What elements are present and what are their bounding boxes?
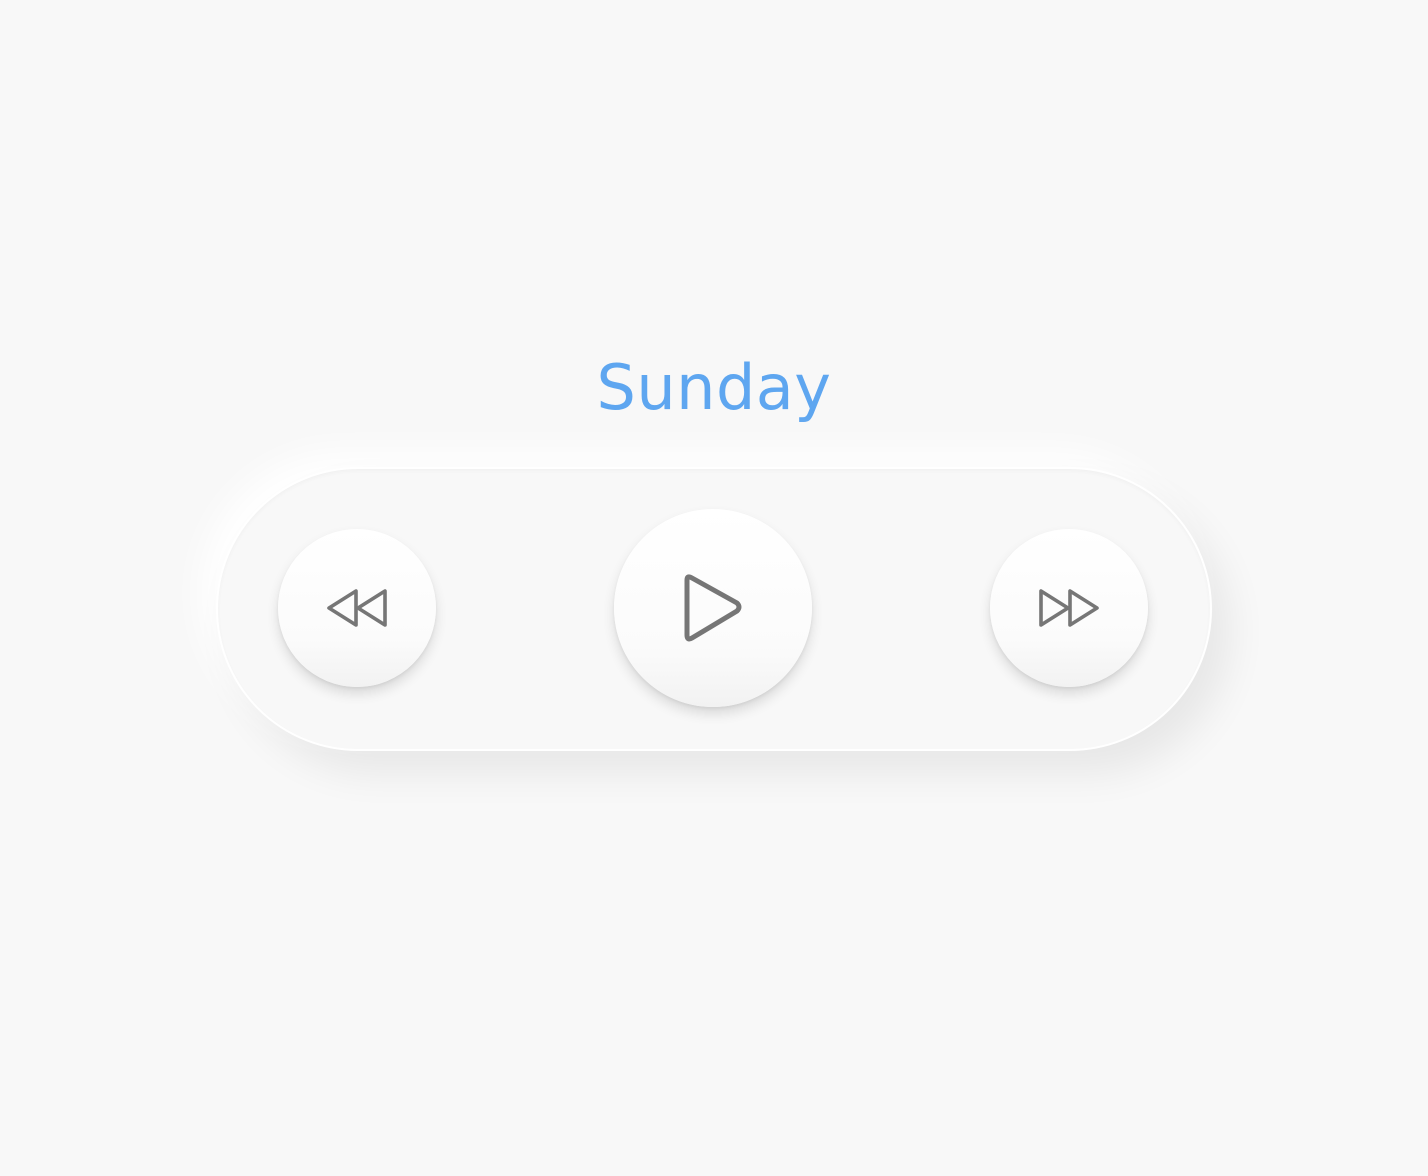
rewind-button[interactable] — [278, 529, 436, 687]
play-icon — [681, 572, 745, 644]
player-controls-bar — [216, 467, 1212, 751]
fast-forward-icon — [1038, 588, 1100, 628]
rewind-icon — [326, 588, 388, 628]
track-title: Sunday — [596, 351, 832, 424]
play-button[interactable] — [614, 509, 812, 707]
fast-forward-button[interactable] — [990, 529, 1148, 687]
